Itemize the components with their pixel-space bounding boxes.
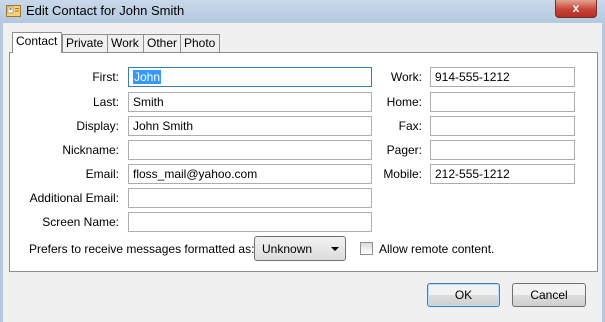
close-button[interactable]: x [555, 0, 597, 18]
address-book-icon [6, 5, 21, 17]
mobile-phone-label: Mobile: [383, 167, 422, 181]
edit-contact-dialog: Edit Contact for John Smith x Contact Pr… [0, 0, 605, 322]
additional-email-label: Additional Email: [29, 191, 119, 205]
tab-contact[interactable]: Contact [12, 32, 62, 53]
last-name-label: Last: [92, 95, 119, 109]
format-preference-label: Prefers to receive messages formatted as… [29, 242, 255, 256]
email-label: Email: [85, 167, 119, 181]
ok-button[interactable]: OK [427, 283, 500, 307]
email-field[interactable]: floss_mail@yahoo.com [128, 164, 372, 184]
tab-label: Work [111, 36, 139, 50]
home-phone-field[interactable] [430, 92, 575, 112]
first-name-field[interactable]: John [128, 67, 372, 87]
cancel-button[interactable]: Cancel [512, 283, 586, 307]
format-dropdown[interactable]: Unknown [254, 236, 346, 261]
tab-label: Photo [184, 36, 216, 50]
tab-label: Contact [16, 34, 58, 48]
tab-work[interactable]: Work [107, 34, 144, 52]
screen-name-field[interactable] [128, 212, 372, 232]
first-name-label: First: [92, 70, 119, 84]
screen-name-label: Screen Name: [42, 215, 119, 229]
nickname-field[interactable] [128, 140, 372, 160]
fax-field[interactable] [430, 116, 575, 136]
tab-photo[interactable]: Photo [180, 34, 220, 52]
close-icon: x [572, 1, 580, 15]
first-name-value: John [133, 70, 162, 84]
last-name-field[interactable]: Smith [128, 92, 372, 112]
tab-label: Other [147, 36, 178, 50]
title-bar[interactable]: Edit Contact for John Smith x [0, 0, 605, 23]
tab-label: Private [66, 36, 104, 50]
fax-label: Fax: [398, 119, 422, 133]
home-phone-label: Home: [386, 95, 422, 109]
work-phone-field[interactable]: 914-555-1212 [430, 67, 575, 87]
nickname-label: Nickname: [62, 143, 119, 157]
allow-remote-content-checkbox[interactable] [360, 242, 373, 255]
format-selected-value: Unknown [262, 242, 313, 256]
pager-label: Pager: [386, 143, 422, 157]
additional-email-field[interactable] [128, 188, 372, 208]
tab-other[interactable]: Other [143, 34, 181, 52]
chevron-down-icon [331, 247, 339, 251]
tab-private[interactable]: Private [62, 34, 108, 52]
allow-remote-content-label[interactable]: Allow remote content. [379, 242, 494, 256]
pager-field[interactable] [430, 140, 575, 160]
window-title: Edit Contact for John Smith [26, 3, 185, 18]
work-phone-label: Work: [390, 70, 422, 84]
display-name-field[interactable]: John Smith [128, 116, 372, 136]
mobile-phone-field[interactable]: 212-555-1212 [430, 164, 575, 184]
display-name-label: Display: [76, 119, 119, 133]
